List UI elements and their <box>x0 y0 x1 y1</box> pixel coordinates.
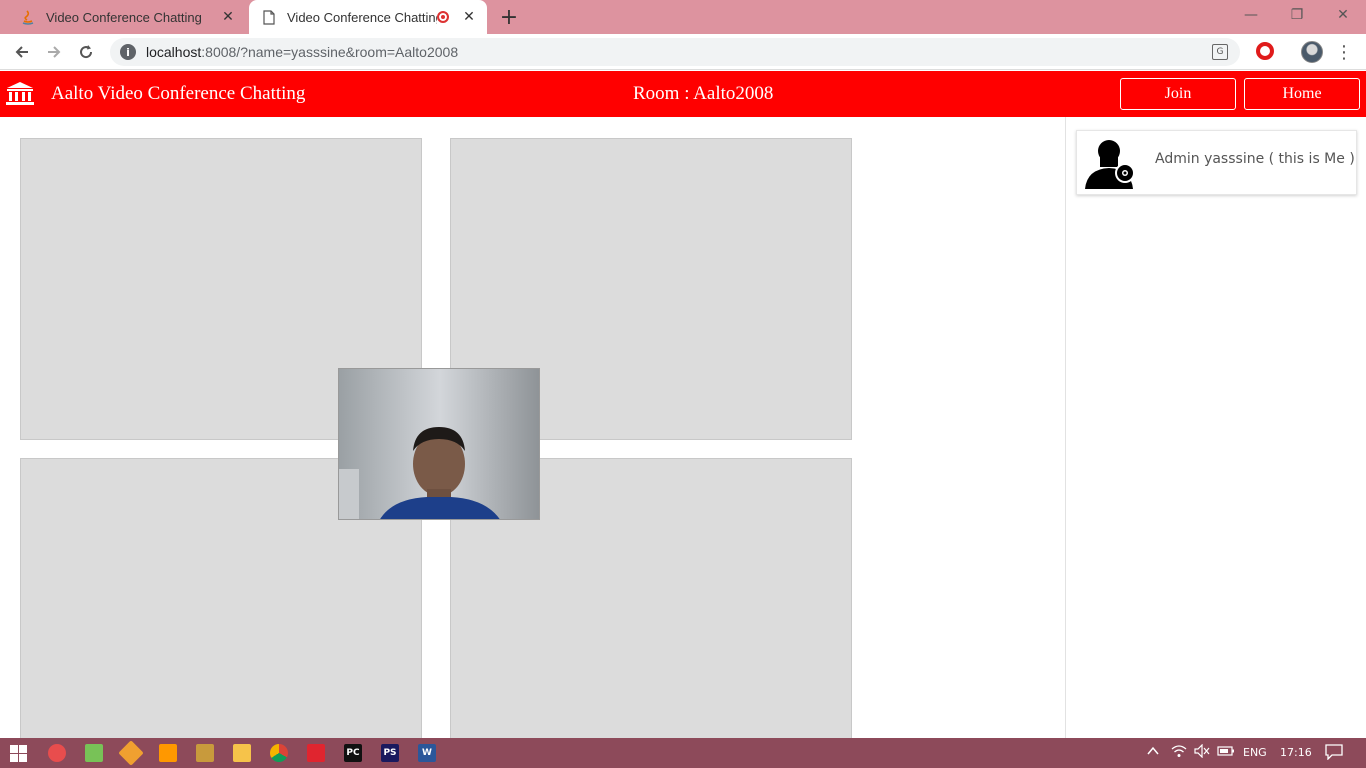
browser-tab[interactable]: Video Conference Chatting ✕ <box>8 0 246 34</box>
pycharm-icon[interactable]: PC <box>344 744 362 762</box>
minimize-button[interactable]: — <box>1228 0 1274 30</box>
participants-sidebar: Admin yasssine ( this is Me ) <box>1065 117 1366 738</box>
join-button[interactable]: Join <box>1120 78 1236 110</box>
browser-tab-strip: Video Conference Chatting ✕ Video Confer… <box>0 0 1366 34</box>
address-bar[interactable]: i localhost:8008/?name=yasssine&room=Aal… <box>110 38 1240 66</box>
tab-title: Video Conference Chatting <box>46 9 202 25</box>
wifi-icon[interactable] <box>1171 744 1187 762</box>
windows-start-icon[interactable] <box>9 744 27 762</box>
institution-icon <box>6 82 34 105</box>
app-header: Aalto Video Conference Chatting Room : A… <box>0 71 1366 117</box>
site-info-icon[interactable]: i <box>120 44 136 60</box>
chevron-up-icon[interactable] <box>1146 744 1160 762</box>
forward-icon[interactable] <box>42 40 66 64</box>
new-tab-button[interactable]: + <box>497 5 521 30</box>
tab-title: Video Conference Chatting <box>287 9 437 25</box>
room-title: Room : Aalto2008 <box>633 83 774 104</box>
admin-user-icon <box>1085 140 1135 189</box>
opera-extension-icon[interactable] <box>1256 42 1274 60</box>
os-taskbar: PC PS W ENG 17:16 <box>0 738 1366 768</box>
close-tab-icon[interactable]: ✕ <box>459 7 479 27</box>
webcam-image <box>339 369 539 519</box>
page-icon <box>261 9 277 25</box>
android-studio-icon[interactable] <box>85 744 103 762</box>
participant-card[interactable]: Admin yasssine ( this is Me ) <box>1076 130 1357 195</box>
home-button[interactable]: Home <box>1244 78 1360 110</box>
recording-icon <box>437 11 449 23</box>
window-close-button[interactable]: ✕ <box>1320 0 1366 30</box>
speaker-muted-icon[interactable] <box>1194 743 1210 762</box>
sublime-text-icon[interactable] <box>159 744 177 762</box>
clock[interactable]: 17:16 <box>1280 746 1312 759</box>
url-text: localhost:8008/?name=yasssine&room=Aalto… <box>146 44 459 60</box>
chrome-icon[interactable] <box>270 744 288 762</box>
local-video[interactable] <box>338 368 540 520</box>
battery-icon[interactable] <box>1217 744 1235 762</box>
books-icon[interactable] <box>196 744 214 762</box>
xampp-icon[interactable] <box>307 744 325 762</box>
maximize-button[interactable]: ❐ <box>1274 0 1320 30</box>
word-icon[interactable]: W <box>418 744 436 762</box>
app-title: Aalto Video Conference Chatting <box>51 83 306 104</box>
notifications-icon[interactable] <box>1325 744 1343 764</box>
participant-name: Admin yasssine ( this is Me ) <box>1155 151 1355 167</box>
browser-tab-active[interactable]: Video Conference Chatting ✕ <box>249 0 487 34</box>
browser-menu-icon[interactable]: ⋮ <box>1335 40 1353 64</box>
git-icon[interactable] <box>118 740 144 766</box>
file-explorer-icon[interactable] <box>233 744 251 762</box>
close-tab-icon[interactable]: ✕ <box>218 7 238 27</box>
browser-toolbar: i localhost:8008/?name=yasssine&room=Aal… <box>0 34 1366 70</box>
translate-icon[interactable]: G <box>1212 44 1228 60</box>
back-icon[interactable] <box>10 40 34 64</box>
phpstorm-icon[interactable]: PS <box>381 744 399 762</box>
java-icon <box>20 9 36 25</box>
profile-avatar[interactable] <box>1301 41 1323 63</box>
app-icon[interactable] <box>48 744 66 762</box>
reload-icon[interactable] <box>74 40 98 64</box>
language-indicator[interactable]: ENG <box>1243 746 1267 759</box>
